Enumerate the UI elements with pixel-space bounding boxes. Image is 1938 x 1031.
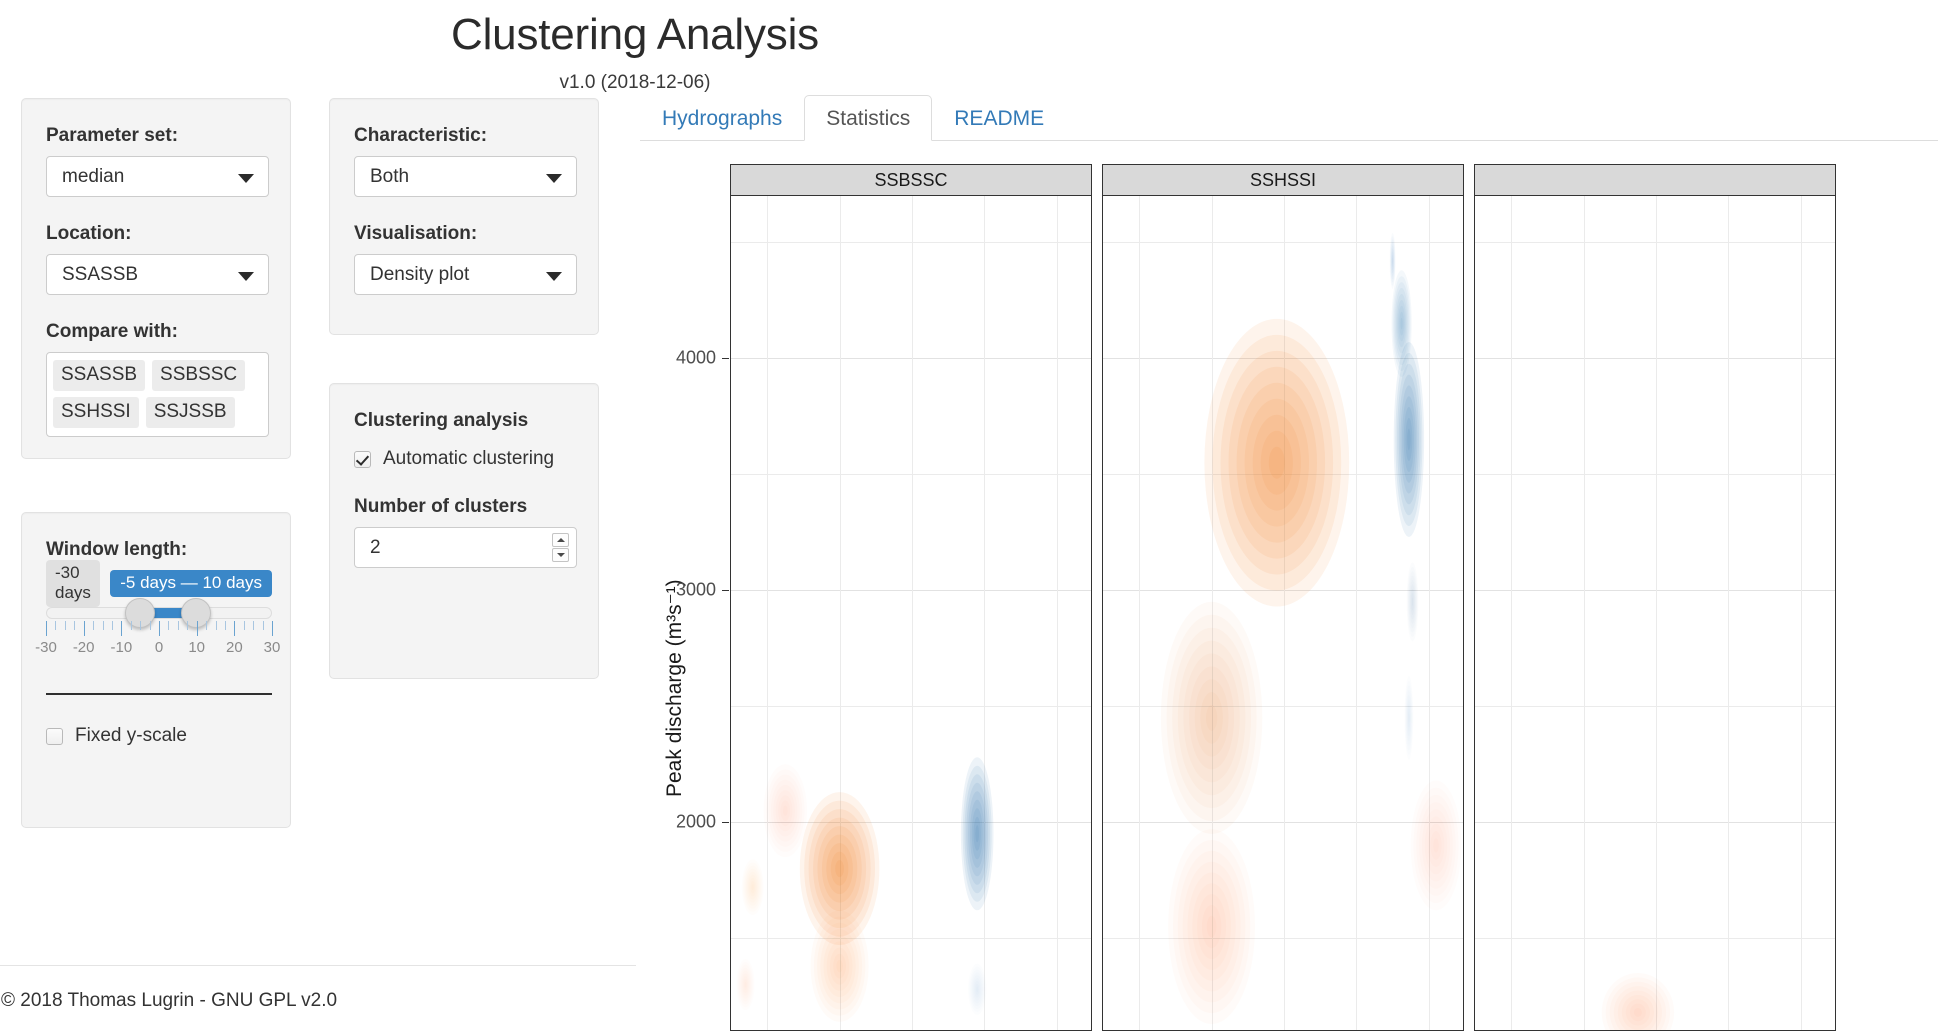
- location-label: Location:: [46, 223, 132, 244]
- parameter-set-select[interactable]: median: [46, 156, 269, 197]
- slider-tick-labels: -30 -20 -10 0 10 20 30: [35, 639, 280, 659]
- facet-strip: SSBSSC: [730, 164, 1092, 196]
- slider-tick-label: 20: [225, 639, 243, 656]
- density-contours: [1475, 196, 1836, 1031]
- app-header: Clustering Analysis v1.0 (2018-12-06): [0, 0, 1270, 94]
- footer-divider: [0, 965, 636, 966]
- visualisation-value: Density plot: [370, 263, 470, 285]
- compare-tag[interactable]: SSASSB: [53, 360, 146, 391]
- characteristic-select[interactable]: Both: [354, 156, 577, 197]
- visualisation-label: Visualisation:: [354, 223, 478, 244]
- stepper-controls[interactable]: [552, 532, 569, 562]
- y-tick-label: 3000: [675, 579, 716, 600]
- facet-panel: [1102, 196, 1464, 1031]
- stepper-up-icon[interactable]: [552, 532, 569, 547]
- automatic-clustering-label: Automatic clustering: [383, 448, 555, 469]
- compare-tag[interactable]: SSHSSI: [53, 396, 139, 428]
- y-tick-label: 4000: [675, 347, 716, 368]
- facet-panel: [1474, 196, 1836, 1031]
- panel-characteristic: Characteristic: Both Visualisation: Dens…: [329, 98, 599, 335]
- slider-tick-label: 30: [263, 639, 281, 656]
- chevron-down-icon: [238, 271, 254, 281]
- slider-tick-label: -30: [35, 639, 57, 656]
- window-length-slider[interactable]: -30 days -5 days — 10 days -30 -20 -10 0 10 2…: [35, 559, 280, 659]
- density-plot: Peak discharge (m³s⁻¹) 2000 3000 4000 SSBS…: [640, 146, 1938, 1031]
- panel-window-length: Window length: -30 days -5 days — 10 day…: [21, 512, 291, 828]
- parameter-set-label: Parameter set:: [46, 125, 179, 146]
- facet-strip: [1474, 164, 1836, 196]
- slider-badges: -30 days -5 days — 10 days: [46, 559, 272, 607]
- compare-tag[interactable]: SSBSSC: [152, 360, 246, 391]
- fixed-y-scale-label: Fixed y-scale: [75, 725, 187, 746]
- automatic-clustering-row[interactable]: Automatic clustering: [354, 448, 574, 470]
- y-tick-mark: [722, 358, 729, 360]
- main-region: Hydrographs Statistics README Peak disch…: [640, 95, 1938, 1031]
- tab-statistics[interactable]: Statistics: [804, 95, 933, 141]
- y-axis-label: Peak discharge (m³s⁻¹): [663, 579, 686, 798]
- divider: [46, 693, 272, 695]
- slider-tick-label: -20: [72, 639, 95, 656]
- compare-tag[interactable]: SSJSSB: [145, 396, 235, 428]
- controls-region: Parameter set: median Location: SSASSB C…: [0, 98, 632, 978]
- window-length-label: Window length:: [46, 539, 188, 560]
- page-title: Clustering Analysis: [451, 10, 819, 59]
- density-contours: [799, 757, 994, 946]
- panel-clustering: Clustering analysis Automatic clustering…: [329, 383, 599, 679]
- location-value: SSASSB: [62, 263, 139, 285]
- app-version: v1.0 (2018-12-06): [559, 72, 711, 93]
- tab-bar: Hydrographs Statistics README: [640, 95, 1938, 141]
- characteristic-label: Characteristic:: [354, 125, 488, 146]
- characteristic-value: Both: [370, 165, 410, 187]
- facet-strip: SSHSSI: [1102, 164, 1464, 196]
- clustering-heading: Clustering analysis: [354, 410, 529, 431]
- tab-hydrographs[interactable]: Hydrographs: [640, 95, 804, 141]
- slider-tick-label: 10: [188, 639, 205, 656]
- chevron-down-icon: [546, 173, 562, 183]
- slider-tick-label: -10: [110, 639, 133, 656]
- panel-parameters: Parameter set: median Location: SSASSB C…: [21, 98, 291, 459]
- chevron-down-icon: [238, 173, 254, 183]
- fixed-y-scale-row[interactable]: Fixed y-scale: [46, 725, 266, 747]
- slider-min-badge: -30 days: [46, 559, 101, 607]
- tab-readme[interactable]: README: [932, 95, 1066, 141]
- number-of-clusters-label: Number of clusters: [354, 496, 528, 517]
- compare-with-label: Compare with:: [46, 321, 178, 342]
- fixed-y-scale-checkbox[interactable]: [46, 727, 63, 745]
- automatic-clustering-checkbox[interactable]: [354, 450, 371, 468]
- footer-copyright: © 2018 Thomas Lugrin - GNU GPL v2.0: [1, 990, 338, 1011]
- y-tick-label: 2000: [675, 811, 716, 832]
- parameter-set-value: median: [62, 165, 125, 187]
- facet-panel: [730, 196, 1092, 1031]
- chevron-down-icon: [546, 271, 562, 281]
- y-tick-mark: [722, 822, 729, 824]
- footer: © 2018 Thomas Lugrin - GNU GPL v2.0: [0, 965, 636, 1012]
- number-of-clusters-value: 2: [370, 536, 381, 558]
- slider-tick-label: 0: [154, 639, 164, 656]
- stepper-down-icon[interactable]: [552, 547, 569, 562]
- y-tick-mark: [722, 590, 729, 592]
- slider-ticks: [46, 621, 273, 637]
- location-select[interactable]: SSASSB: [46, 254, 269, 295]
- app-root: Clustering Analysis v1.0 (2018-12-06) Pa…: [0, 0, 1938, 1031]
- compare-with-input[interactable]: SSASSB SSBSSC SSHSSI SSJSSB: [46, 352, 269, 437]
- slider-track[interactable]: [46, 598, 272, 628]
- density-contours: [1204, 270, 1425, 607]
- visualisation-select[interactable]: Density plot: [354, 254, 577, 295]
- number-of-clusters-input[interactable]: 2: [354, 527, 577, 568]
- slider-value-badge: -5 days — 10 days: [110, 569, 272, 597]
